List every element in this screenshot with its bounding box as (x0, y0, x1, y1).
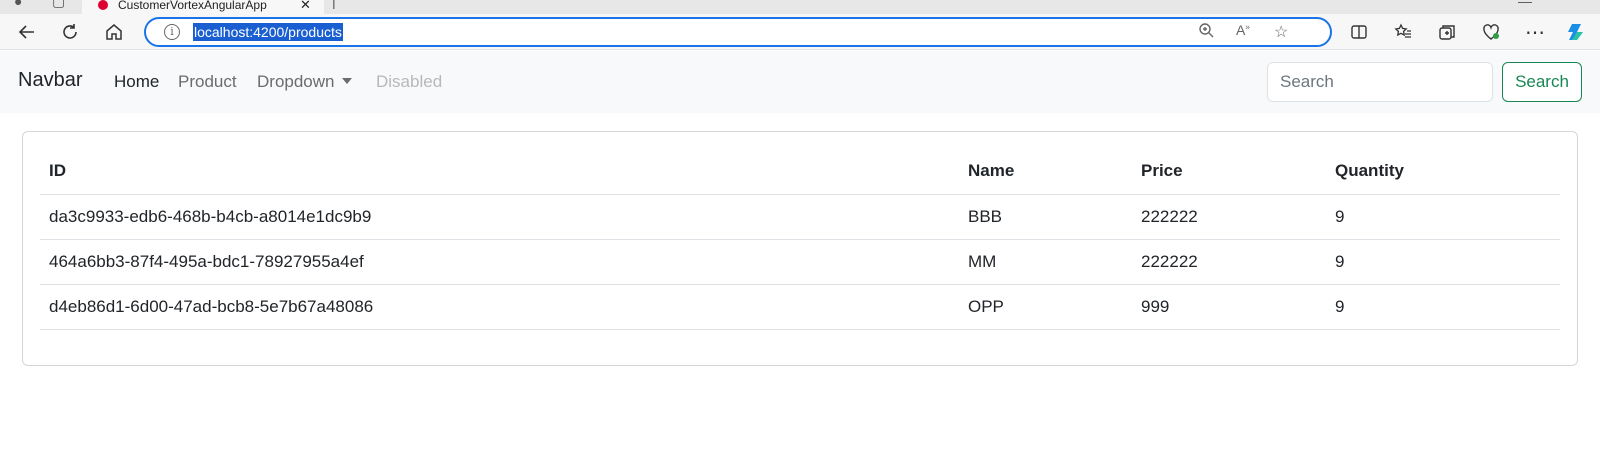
column-header-id: ID (40, 148, 959, 195)
tab-actions-icon[interactable]: ▢ (52, 0, 65, 10)
back-arrow-icon[interactable] (13, 18, 41, 46)
cell-id: da3c9933-edb6-468b-b4cb-a8014e1dc9b9 (40, 194, 959, 240)
navbar-brand[interactable]: Navbar (18, 69, 82, 92)
nav-link-disabled: Disabled (376, 72, 443, 91)
collections-icon[interactable] (1433, 18, 1461, 46)
favorites-icon[interactable] (1389, 18, 1417, 46)
home-icon[interactable] (100, 18, 128, 46)
column-header-name: Name (959, 148, 1132, 195)
table-row: 464a6bb3-87f4-495a-bdc1-78927955a4ef MM … (40, 239, 1560, 285)
browser-toolbar: i localhost:4200/products A» ☆ ⋯ (0, 14, 1600, 50)
cell-name: MM (959, 239, 1132, 285)
profile-icon[interactable]: ● (14, 0, 22, 9)
cell-price: 999 (1132, 284, 1326, 330)
browser-tab-active[interactable]: CustomerVortexAngularApp ✕ (82, 0, 324, 14)
column-header-price: Price (1132, 148, 1326, 195)
cell-id: d4eb86d1-6d00-47ad-bcb8-5e7b67a48086 (40, 284, 959, 330)
cell-quantity: 9 (1326, 284, 1560, 330)
address-bar[interactable]: i localhost:4200/products A» ☆ (144, 17, 1332, 47)
minimize-icon[interactable]: — (1518, 0, 1532, 9)
tab-title: CustomerVortexAngularApp (118, 0, 267, 12)
nav-link-product[interactable]: Product (178, 72, 237, 92)
table-row: da3c9933-edb6-468b-b4cb-a8014e1dc9b9 BBB… (40, 194, 1560, 240)
site-info-icon[interactable]: i (164, 24, 180, 40)
browser-tab-strip: ● ▢ CustomerVortexAngularApp ✕ | — (0, 0, 1600, 14)
table-header-row: ID Name Price Quantity (40, 148, 1560, 195)
refresh-icon[interactable] (56, 18, 84, 46)
favorite-star-icon[interactable]: ☆ (1274, 22, 1288, 42)
new-tab-icon[interactable]: | (332, 0, 336, 9)
zoom-icon[interactable] (1198, 22, 1214, 43)
column-header-quantity: Quantity (1326, 148, 1560, 195)
copilot-icon[interactable] (1563, 18, 1591, 46)
cell-price: 222222 (1132, 194, 1326, 240)
split-screen-icon[interactable] (1345, 18, 1373, 46)
products-card: ID Name Price Quantity da3c9933-edb6-468… (22, 131, 1578, 366)
read-aloud-icon[interactable]: A» (1236, 22, 1250, 38)
site-navbar: Navbar Home Product Dropdown Disabled Se… (0, 51, 1600, 113)
products-table: ID Name Price Quantity da3c9933-edb6-468… (40, 148, 1560, 330)
url-text[interactable]: localhost:4200/products (193, 23, 343, 41)
caret-down-icon (341, 77, 352, 84)
angular-favicon-icon (98, 0, 108, 10)
nav-link-home[interactable]: Home (114, 72, 159, 92)
cell-name: BBB (959, 194, 1132, 240)
tab-close-icon[interactable]: ✕ (300, 0, 311, 13)
cell-price: 222222 (1132, 239, 1326, 285)
cell-name: OPP (959, 284, 1132, 330)
cell-quantity: 9 (1326, 239, 1560, 285)
cell-id: 464a6bb3-87f4-495a-bdc1-78927955a4ef (40, 239, 959, 285)
nav-dropdown-label: Dropdown (257, 72, 335, 91)
more-options-icon[interactable]: ⋯ (1521, 18, 1549, 46)
search-button[interactable]: Search (1502, 62, 1582, 102)
browser-essentials-icon[interactable] (1477, 18, 1505, 46)
nav-dropdown-toggle[interactable]: Dropdown (257, 72, 352, 92)
search-input[interactable] (1267, 62, 1493, 102)
table-row: d4eb86d1-6d00-47ad-bcb8-5e7b67a48086 OPP… (40, 284, 1560, 330)
cell-quantity: 9 (1326, 194, 1560, 240)
